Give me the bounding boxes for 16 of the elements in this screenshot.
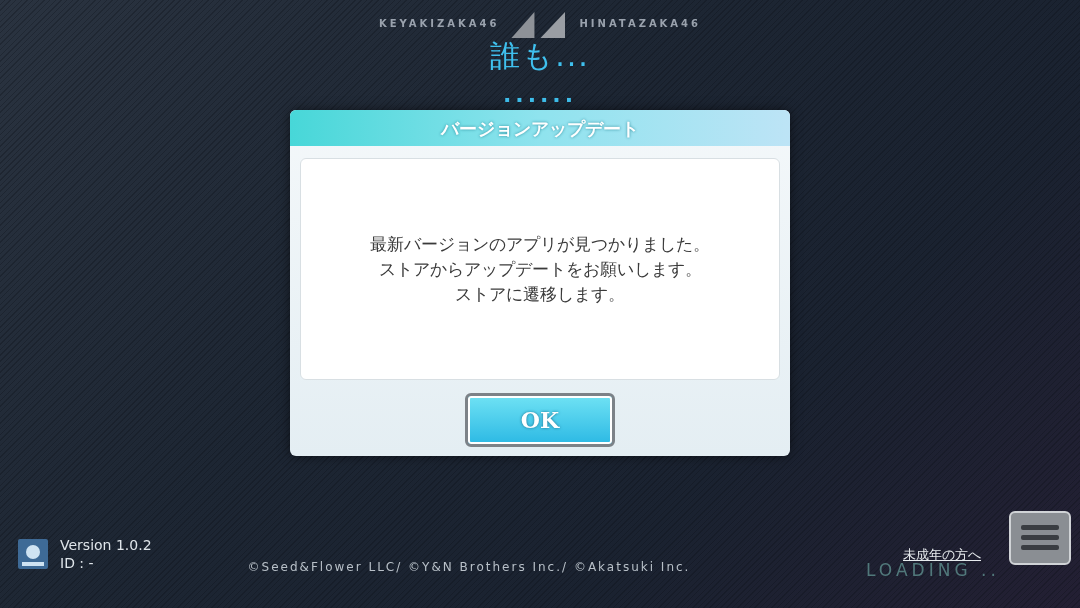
message-text: ストアからアップデートをお願いします。 xyxy=(378,257,702,281)
id-text: ID : - xyxy=(60,554,95,572)
menu-icon xyxy=(1021,523,1059,553)
menu-button[interactable] xyxy=(1009,511,1071,565)
logo-icon xyxy=(511,12,568,38)
message-text: ストアに遷移します。 xyxy=(455,282,625,306)
loading-text: LOADING .. xyxy=(866,560,1000,582)
copyright-text: ©Seed&Flower LLC/ ©Y&N Brothers Inc./ ©Akatsuki Inc. xyxy=(247,559,691,576)
dialog-title: バージョンアップデート xyxy=(441,116,639,141)
lyric-text: 誰も... xyxy=(490,38,590,74)
progress-dots: ...... xyxy=(502,84,578,106)
brand-name: HINATAZAKA46 xyxy=(579,16,702,31)
brand-name: KEYAKIZAKA46 xyxy=(378,16,500,31)
logo-icon xyxy=(18,539,48,569)
version-text: Version 1.0.2 xyxy=(60,536,152,554)
message-text: 最新バージョンのアプリが見つかりました。 xyxy=(370,232,710,256)
